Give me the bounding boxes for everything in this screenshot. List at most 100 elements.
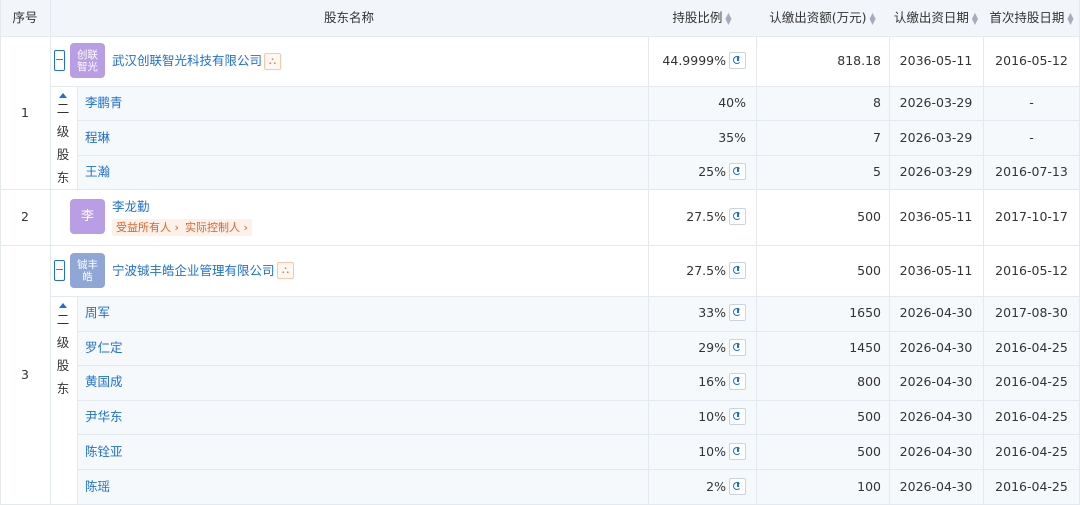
- subscribe-date: 2026-04-30: [899, 305, 973, 320]
- ratio-value: 27.5%: [686, 209, 726, 224]
- first-date: 2016-04-25: [995, 409, 1068, 424]
- amount-value: 1450: [849, 340, 881, 355]
- subscribe-date: 2026-04-30: [899, 340, 973, 355]
- shareholder-name-link[interactable]: 宁波铖丰皓企业管理有限公司: [112, 263, 275, 279]
- first-date: 2017-08-30: [995, 305, 1068, 320]
- sub-shareholder-name-link[interactable]: 黄国成: [85, 374, 123, 390]
- header-ratio-label: 持股比例: [672, 10, 723, 25]
- first-date: 2016-05-12: [995, 53, 1068, 68]
- row-index: 2: [21, 209, 29, 224]
- header-name: 股东名称: [323, 10, 374, 25]
- ratio-value: 10%: [698, 444, 726, 459]
- shareholder-name-link[interactable]: 李龙勤: [112, 199, 150, 215]
- ratio-value: 16%: [698, 374, 726, 389]
- collapse-button[interactable]: −: [54, 50, 65, 71]
- shareholder-name-link[interactable]: 武汉创联智光科技有限公司: [112, 53, 262, 69]
- ratio-value: 10%: [698, 409, 726, 424]
- ratio-value: 40%: [718, 95, 746, 110]
- amount-value: 5: [873, 164, 881, 179]
- amount-value: 800: [857, 374, 881, 389]
- sub-shareholder-name-link[interactable]: 李鹏青: [85, 95, 123, 111]
- subscribe-date: 2026-03-29: [899, 130, 973, 145]
- first-date: 2017-10-17: [995, 209, 1068, 224]
- ratio-value: 35%: [718, 130, 746, 145]
- sort-icon[interactable]: ▲ ▼: [870, 11, 876, 25]
- amount-value: 500: [857, 409, 881, 424]
- pie-chart-icon[interactable]: [729, 208, 746, 225]
- enterprise-tag-icon[interactable]: ⛬: [277, 262, 294, 279]
- first-date: 2016-04-25: [995, 444, 1068, 459]
- subscribe-date: 2036-05-11: [899, 263, 973, 278]
- sub-label: 二级股东: [56, 312, 70, 396]
- amount-value: 8: [873, 95, 881, 110]
- first-date: 2016-04-25: [995, 479, 1068, 494]
- amount-value: 1650: [849, 305, 881, 320]
- sort-icon[interactable]: ▲ ▼: [1067, 11, 1073, 25]
- ratio-value: 29%: [698, 340, 726, 355]
- first-date: 2016-04-25: [995, 374, 1068, 389]
- person-avatar-text: 李: [80, 208, 94, 224]
- amount-value: 100: [857, 479, 881, 494]
- subscribe-date: 2026-04-30: [899, 409, 973, 424]
- first-date: -: [1029, 95, 1034, 110]
- amount-value: 500: [857, 263, 881, 278]
- row-index: 1: [21, 105, 29, 120]
- sub-shareholder-name-link[interactable]: 罗仁定: [85, 340, 123, 356]
- row-index: 3: [21, 367, 29, 382]
- company-logo: 铖丰皓: [70, 253, 105, 288]
- tag-label: 实际控制人: [185, 221, 240, 234]
- first-date: 2016-04-25: [995, 340, 1068, 355]
- sub-shareholder-name-link[interactable]: 陈铨亚: [85, 444, 123, 460]
- pie-chart-icon[interactable]: [729, 373, 746, 390]
- amount-value: 7: [873, 130, 881, 145]
- company-logo: 创联智光: [70, 43, 105, 78]
- pie-chart-icon[interactable]: [729, 262, 746, 279]
- subscribe-date: 2036-05-11: [899, 209, 973, 224]
- pie-chart-icon[interactable]: [729, 443, 746, 460]
- beneficial-owner-tag[interactable]: 受益所有人 ›: [112, 219, 183, 236]
- sort-icon[interactable]: ▲ ▼: [725, 11, 731, 25]
- sub-label: 二级股东: [56, 101, 70, 185]
- first-date: 2016-05-12: [995, 263, 1068, 278]
- sort-icon[interactable]: ▲ ▼: [972, 11, 978, 25]
- header-first-label: 首次持股日期: [989, 10, 1065, 25]
- ratio-value: 44.9999%: [662, 53, 726, 68]
- header-amount[interactable]: 认缴出资额(万元) ▲ ▼: [756, 10, 889, 26]
- header-amount-label: 认缴出资额(万元): [769, 10, 867, 25]
- enterprise-tag-icon[interactable]: ⛬: [264, 53, 281, 70]
- header-date-label: 认缴出资日期: [893, 10, 969, 25]
- sub-shareholder-name-link[interactable]: 程琳: [85, 130, 110, 146]
- subscribe-date: 2026-04-30: [899, 479, 973, 494]
- tag-label: 受益所有人: [116, 221, 171, 234]
- header-date[interactable]: 认缴出资日期 ▲ ▼: [889, 10, 983, 26]
- subscribe-date: 2026-04-30: [899, 444, 973, 459]
- subscribe-date: 2026-03-29: [899, 164, 973, 179]
- pie-chart-icon[interactable]: [729, 339, 746, 356]
- subscribe-date: 2026-03-29: [899, 95, 973, 110]
- ratio-value: 27.5%: [686, 263, 726, 278]
- shareholder-table: 序号 股东名称 持股比例 ▲ ▼ 认缴出资额(万元) ▲ ▼ 认缴出资日期 ▲ ▼ 首次持股…: [0, 0, 1080, 505]
- header-ratio[interactable]: 持股比例 ▲ ▼: [648, 10, 756, 26]
- subscribe-date: 2036-05-11: [899, 53, 973, 68]
- person-avatar: 李: [70, 199, 105, 234]
- amount-value: 500: [857, 209, 881, 224]
- first-date: -: [1029, 130, 1034, 145]
- pie-chart-icon[interactable]: [729, 478, 746, 495]
- pie-chart-icon[interactable]: [729, 304, 746, 321]
- sub-shareholder-name-link[interactable]: 周军: [85, 305, 110, 321]
- sub-shareholder-name-link[interactable]: 尹华东: [85, 409, 123, 425]
- sub-shareholder-name-link[interactable]: 陈瑶: [85, 479, 110, 495]
- pie-chart-icon[interactable]: [729, 408, 746, 425]
- ratio-value: 25%: [698, 164, 726, 179]
- collapse-button[interactable]: −: [54, 260, 65, 281]
- header-index: 序号: [12, 10, 38, 25]
- pie-chart-icon[interactable]: [729, 163, 746, 180]
- pie-chart-icon[interactable]: [729, 52, 746, 69]
- amount-value: 500: [857, 444, 881, 459]
- amount-value: 818.18: [837, 53, 881, 68]
- sub-shareholder-name-link[interactable]: 王瀚: [85, 164, 110, 180]
- first-date: 2016-07-13: [995, 164, 1068, 179]
- actual-controller-tag[interactable]: 实际控制人 ›: [181, 219, 252, 236]
- header-first-date[interactable]: 首次持股日期 ▲ ▼: [983, 10, 1080, 26]
- ratio-value: 33%: [698, 305, 726, 320]
